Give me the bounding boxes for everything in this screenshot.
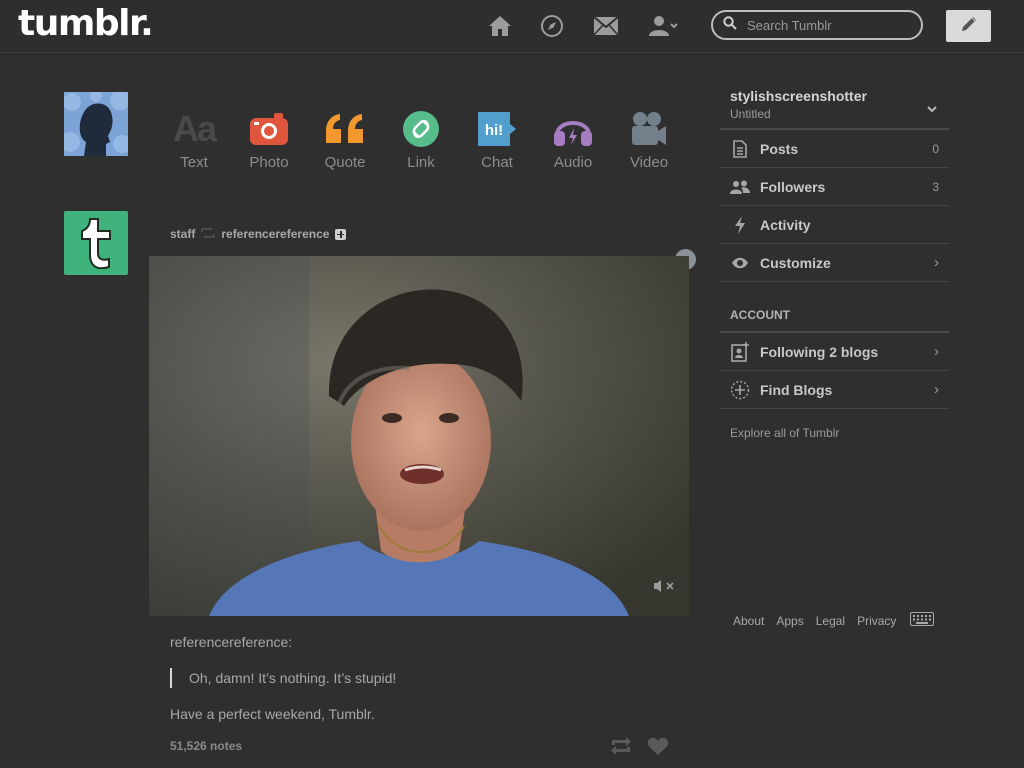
link-icon bbox=[391, 108, 451, 150]
post-caption: Have a perfect weekend, Tumblr. bbox=[170, 706, 375, 722]
sidebar-item-label: Activity bbox=[760, 216, 811, 233]
post-type-audio[interactable]: Audio bbox=[543, 108, 603, 171]
post-quote: Oh, damn! It’s nothing. It’s stupid! bbox=[170, 668, 396, 688]
top-bar: tumblr. bbox=[0, 0, 1024, 53]
footer-link-privacy[interactable]: Privacy bbox=[857, 614, 896, 628]
blog-title: Untitled bbox=[730, 107, 771, 121]
sidebar-item-find-blogs[interactable]: Find Blogs › bbox=[720, 371, 949, 409]
chevron-right-icon: › bbox=[934, 381, 939, 398]
like-heart-icon[interactable] bbox=[647, 737, 669, 761]
eye-icon bbox=[720, 257, 760, 269]
post-type-label: Link bbox=[407, 154, 435, 171]
sidebar: stylishscreenshotter Untitled Posts 0 Fo… bbox=[720, 84, 949, 440]
compass-dots-icon bbox=[720, 380, 760, 400]
blog-selector[interactable]: stylishscreenshotter Untitled bbox=[720, 84, 949, 130]
reblog-button-icon[interactable] bbox=[610, 737, 632, 760]
post-type-quote[interactable]: Quote bbox=[315, 108, 375, 171]
post-video[interactable] bbox=[149, 256, 689, 616]
staff-avatar[interactable] bbox=[64, 211, 128, 275]
blog-name[interactable]: stylishscreenshotter bbox=[730, 88, 867, 104]
sidebar-item-label: Customize bbox=[760, 254, 831, 271]
post-type-video[interactable]: Video bbox=[619, 108, 679, 171]
post-type-label: Quote bbox=[324, 154, 366, 171]
follow-plus-icon[interactable] bbox=[335, 228, 347, 240]
quote-source[interactable]: referencereference: bbox=[170, 634, 292, 650]
mute-icon[interactable] bbox=[653, 579, 675, 598]
sidebar-item-label: Posts bbox=[760, 140, 799, 157]
post-type-text[interactable]: Aa Text bbox=[164, 108, 224, 171]
post-type-label: Text bbox=[180, 154, 208, 171]
post-type-label: Photo bbox=[249, 154, 289, 171]
home-icon[interactable] bbox=[486, 12, 514, 40]
post-notes-count[interactable]: 51,526 notes bbox=[170, 739, 242, 753]
chevron-right-icon: › bbox=[934, 254, 939, 271]
search-input[interactable] bbox=[745, 16, 909, 34]
search-box[interactable] bbox=[711, 10, 923, 40]
add-person-icon bbox=[720, 341, 760, 362]
sidebar-item-followers[interactable]: Followers 3 bbox=[720, 168, 949, 206]
sidebar-item-label: Following 2 blogs bbox=[760, 343, 879, 360]
footer-link-about[interactable]: About bbox=[733, 614, 764, 628]
post-author-link[interactable]: staff bbox=[170, 227, 195, 241]
reblog-source-link[interactable]: referencereference bbox=[221, 227, 329, 241]
inbox-mail-icon[interactable] bbox=[592, 12, 620, 40]
sidebar-item-customize[interactable]: Customize › bbox=[720, 244, 949, 282]
account-menu-icon[interactable] bbox=[648, 12, 680, 40]
footer-link-legal[interactable]: Legal bbox=[816, 614, 845, 628]
sidebar-item-activity[interactable]: Activity bbox=[720, 206, 949, 244]
text-icon: Aa bbox=[172, 108, 217, 149]
people-icon bbox=[720, 180, 760, 194]
post-type-chat[interactable]: hi! Chat bbox=[467, 108, 527, 171]
post-type-label: Chat bbox=[481, 154, 513, 171]
sidebar-footer: About Apps Legal Privacy bbox=[733, 612, 935, 629]
chevron-down-icon[interactable] bbox=[927, 100, 937, 118]
footer-link-apps[interactable]: Apps bbox=[776, 614, 803, 628]
tumblr-logo[interactable]: tumblr. bbox=[18, 3, 154, 44]
chevron-right-icon: › bbox=[934, 343, 939, 360]
post-type-link[interactable]: Link bbox=[391, 108, 451, 171]
post-type-label: Audio bbox=[553, 154, 593, 171]
followers-count: 3 bbox=[932, 179, 939, 194]
quote-icon bbox=[315, 108, 375, 150]
keyboard-icon[interactable] bbox=[910, 612, 935, 629]
sidebar-item-label: Followers bbox=[760, 178, 826, 195]
pencil-icon bbox=[959, 14, 979, 39]
post-type-label: Video bbox=[629, 154, 669, 171]
svg-text:hi!: hi! bbox=[485, 122, 503, 139]
sidebar-item-posts[interactable]: Posts 0 bbox=[720, 130, 949, 168]
compose-button[interactable] bbox=[946, 10, 991, 42]
sidebar-item-following[interactable]: Following 2 blogs › bbox=[720, 333, 949, 371]
headphones-icon bbox=[543, 108, 603, 150]
post-header: staff referencereference bbox=[170, 227, 347, 241]
camera-icon bbox=[239, 108, 299, 150]
chat-icon: hi! bbox=[467, 108, 527, 150]
lightning-icon bbox=[720, 215, 760, 234]
reblog-icon bbox=[201, 227, 216, 241]
document-icon bbox=[720, 139, 760, 158]
film-camera-icon bbox=[619, 108, 679, 150]
account-section-heading: ACCOUNT bbox=[720, 306, 949, 333]
posts-count: 0 bbox=[932, 141, 939, 156]
sidebar-item-label: Find Blogs bbox=[760, 381, 833, 398]
search-icon bbox=[723, 15, 737, 35]
post-type-photo[interactable]: Photo bbox=[239, 108, 299, 171]
user-avatar[interactable] bbox=[64, 92, 128, 156]
explore-compass-icon[interactable] bbox=[538, 12, 566, 40]
explore-link[interactable]: Explore all of Tumblr bbox=[730, 426, 939, 440]
